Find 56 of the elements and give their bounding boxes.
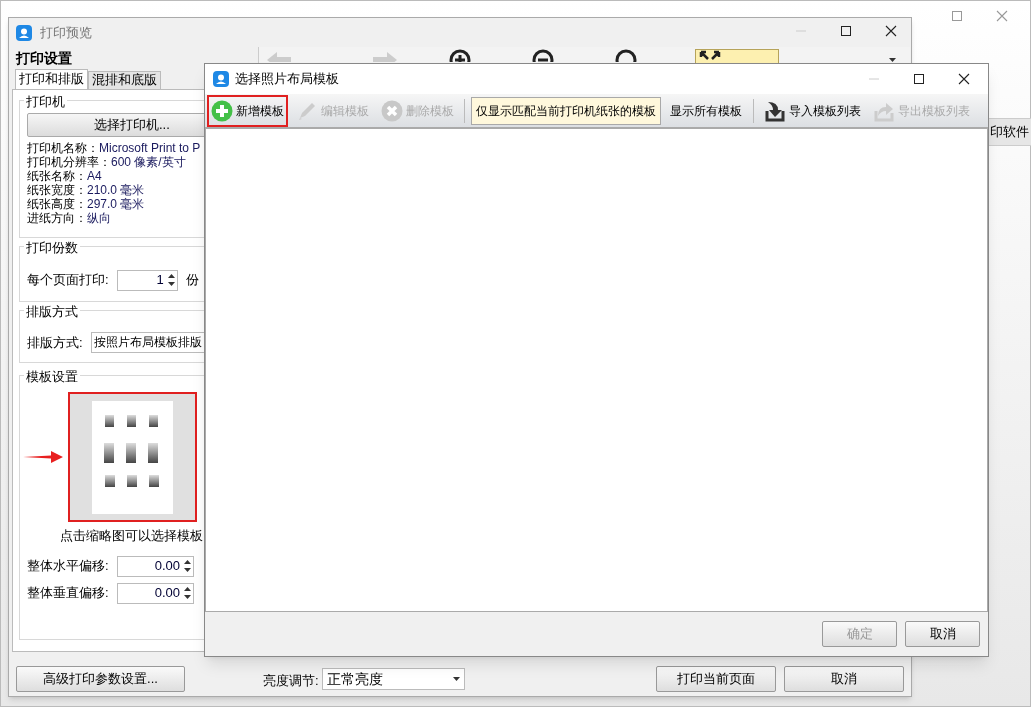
- print-button[interactable]: 打印当前页面: [656, 666, 776, 692]
- toolbar-button[interactable]: 导入模板列表: [760, 94, 865, 127]
- cancel-button[interactable]: 取消: [905, 621, 980, 647]
- toolbar-button[interactable]: [615, 49, 637, 63]
- toolbar-button[interactable]: [695, 49, 779, 63]
- toolbar-button[interactable]: 新增模板: [207, 94, 288, 127]
- window-title: 打印预览: [40, 24, 92, 42]
- field-label: 排版方式:: [27, 333, 83, 352]
- toolbar-button[interactable]: [449, 49, 471, 63]
- zoom-in-icon: [449, 49, 471, 62]
- window-title: 选择照片布局模板: [235, 70, 339, 89]
- info-value: A4: [87, 169, 102, 183]
- field-label: 整体垂直偏移:: [27, 584, 110, 603]
- add-icon: [211, 99, 233, 122]
- info-value: 297.0 毫米: [87, 197, 145, 211]
- field-label: 亮度调节:: [263, 672, 319, 690]
- spin-box[interactable]: 0.00: [117, 555, 194, 577]
- field-label: 整体水平偏移:: [27, 557, 110, 576]
- spin-box[interactable]: 1: [116, 269, 178, 291]
- info-label: 纸张宽度：: [27, 183, 87, 197]
- field-label: 每个页面打印:: [27, 271, 109, 290]
- brightness-select[interactable]: 正常亮度: [322, 668, 465, 690]
- app-icon: [213, 71, 229, 87]
- info-value: 纵向: [87, 211, 111, 225]
- spin-arrows-icon: [184, 587, 191, 599]
- info-label: 进纸方向：: [27, 211, 87, 225]
- zoom-out-icon: [532, 49, 554, 62]
- close-button[interactable]: [957, 73, 970, 85]
- caret-icon: [453, 677, 460, 681]
- hint-text: 点击缩略图可以选择模板: [59, 527, 204, 545]
- tab[interactable]: 混排和底版: [88, 71, 161, 89]
- window-text: 印软件: [990, 123, 1029, 142]
- maximize-button[interactable]: [912, 73, 925, 85]
- filter-button[interactable]: 仅显示匹配当前打印机纸张的模板: [471, 96, 661, 125]
- info-value: Microsoft Print to P: [99, 141, 201, 155]
- maximize-button[interactable]: [839, 25, 852, 37]
- spin-arrows-icon: [167, 274, 175, 286]
- delete-icon: [381, 99, 403, 122]
- advanced-settings-button[interactable]: 高级打印参数设置...: [16, 666, 185, 692]
- info-label: 打印机分辨率：: [27, 155, 111, 169]
- info-label: 纸张名称：: [27, 169, 87, 183]
- info-value: 210.0 毫米: [87, 183, 145, 197]
- tab[interactable]: 打印和排版: [15, 69, 88, 89]
- info-label: 打印机名称：: [27, 141, 99, 155]
- spin-arrows-icon: [184, 560, 191, 572]
- panel-title: 打印设置: [14, 49, 73, 68]
- close-button[interactable]: [884, 25, 897, 37]
- info-value: 600 像素/英寸: [111, 155, 186, 169]
- unit-label: 份: [185, 271, 199, 290]
- info-label: 纸张高度：: [27, 197, 87, 211]
- filter-button[interactable]: 显示所有模板: [665, 96, 747, 125]
- spin-box[interactable]: 0.00: [117, 582, 194, 604]
- toolbar-button[interactable]: [532, 49, 554, 63]
- template-thumbnail[interactable]: [68, 392, 197, 522]
- cancel-button[interactable]: 取消: [784, 666, 904, 692]
- import-icon: [764, 99, 786, 122]
